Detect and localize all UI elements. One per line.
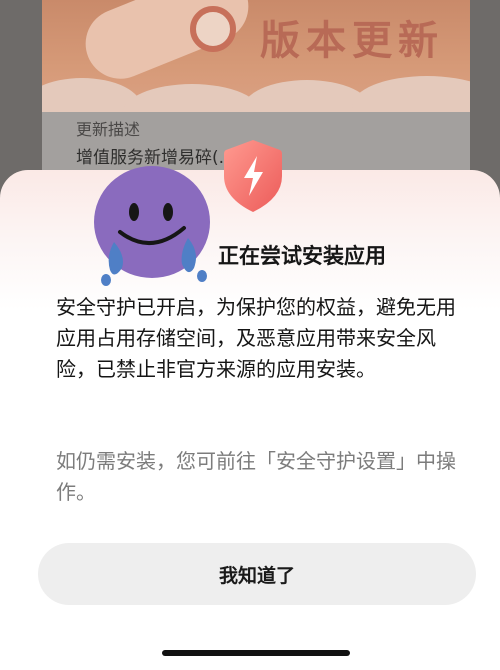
home-indicator[interactable] [162,650,350,656]
sheet-body-text: 安全守护已开启，为保护您的权益，避免无用应用占用存储空间，及恶意应用带来安全风险… [56,295,456,381]
update-banner: 版本更新 [42,0,470,112]
crying-face-sticker [94,166,210,286]
banner-cloud [122,84,262,112]
rocket-illustration [75,0,259,90]
description-label: 更新描述 [76,120,141,139]
banner-cloud [352,76,470,112]
banner-title: 版本更新 [260,18,444,64]
sheet-hint-text: 如仍需安装，您可前往「安全守护设置」中操作。 [56,449,456,504]
rocket-window-icon [190,6,236,52]
sheet-title: 正在尝试安装应用 [218,244,386,268]
got-it-button[interactable]: 我知道了 [38,543,476,605]
